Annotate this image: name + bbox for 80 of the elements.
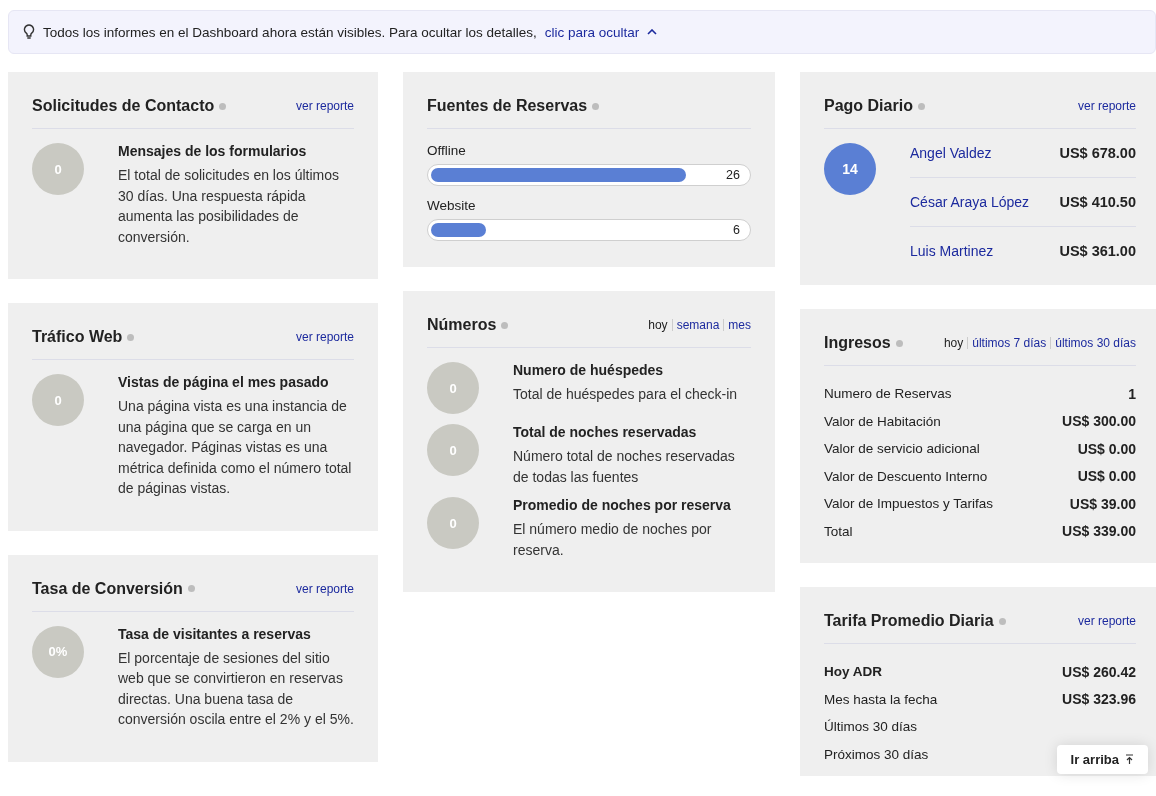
card-title: Tráfico Web xyxy=(32,328,123,346)
row-value: US$ 0.00 xyxy=(1077,440,1136,457)
row-label: Hoy ADR xyxy=(824,664,882,680)
card-title: Ingresos xyxy=(824,334,891,352)
stat-heading: Vistas de página el mes pasado xyxy=(118,374,330,390)
stat-description: El número medio de noches por reserva. xyxy=(513,520,713,560)
guest-link[interactable]: César Araya López xyxy=(910,194,1030,210)
report-link[interactable]: ver reporte xyxy=(295,330,354,344)
guest-link[interactable]: Angel Valdez xyxy=(910,145,992,161)
period-tab[interactable]: mes xyxy=(728,318,751,332)
stat-description: Total de huéspedes para el check-in xyxy=(513,385,738,404)
period-tab[interactable]: últimos 7 días xyxy=(972,336,1047,350)
row-label: Valor de Descuento Interno xyxy=(824,468,988,484)
count-circle: 0 xyxy=(427,497,479,549)
report-link[interactable]: ver reporte xyxy=(1077,99,1136,113)
payment-amount: US$ 361.00 xyxy=(1059,243,1136,259)
hide-link[interactable]: clic para ocultar xyxy=(544,24,640,40)
row-label: Valor de servicio adicional xyxy=(824,441,980,457)
count-circle: 0 xyxy=(427,362,479,414)
info-icon[interactable] xyxy=(127,333,135,341)
arrow-up-icon xyxy=(1125,754,1134,765)
row-value: US$ 39.00 xyxy=(1069,495,1136,512)
row-label: Mes hasta la fecha xyxy=(824,691,938,707)
payment-amount: US$ 410.50 xyxy=(1059,194,1136,210)
period-tab[interactable]: últimos 30 días xyxy=(1055,336,1136,350)
count-circle: 0% xyxy=(32,625,84,678)
info-icon[interactable] xyxy=(917,102,925,110)
scroll-top-button[interactable]: Ir arriba xyxy=(1056,745,1148,774)
period-tab[interactable]: semana xyxy=(676,318,720,332)
row-label: Valor de Impuestos y Tarifas xyxy=(824,496,994,512)
report-link[interactable]: ver reporte xyxy=(1077,614,1136,628)
info-icon[interactable] xyxy=(998,617,1006,625)
bar-value: 6 xyxy=(733,223,740,237)
stat-heading: Total de noches reservadas xyxy=(513,424,698,440)
stat-description: El total de solicitudes en los últimos 30 días. Una respuesta rápida aumenta las posibilidades de conversión. xyxy=(118,166,340,247)
row-value: US$ 0.00 xyxy=(1077,468,1136,485)
count-circle: 0 xyxy=(32,374,84,426)
row-value: US$ 323.96 xyxy=(1062,691,1136,708)
card-title: Pago Diario xyxy=(824,97,913,115)
guest-link[interactable]: Luis Martinez xyxy=(910,243,994,259)
info-icon[interactable] xyxy=(592,102,600,110)
stat-description: El porcentaje de sesiones del sitio web que se convirtieron en reservas directas. Una buena tasa de conversión oscila entre el 2% y el 5%. xyxy=(118,648,354,729)
info-icon[interactable] xyxy=(501,321,509,329)
bar-label: Offline xyxy=(427,143,467,158)
period-tab[interactable]: hoy xyxy=(943,336,964,350)
count-circle: 0 xyxy=(32,143,84,195)
count-circle: 14 xyxy=(824,143,876,195)
chevron-up-icon[interactable] xyxy=(647,29,658,35)
banner-text: Todos los informes en el Dashboard ahora están visibles. Para ocultar los detalles, xyxy=(43,24,537,40)
row-value: US$ 300.00 xyxy=(1062,413,1136,430)
info-icon[interactable] xyxy=(219,102,227,110)
count-circle: 0 xyxy=(427,424,479,476)
stat-heading: Numero de huéspedes xyxy=(513,362,665,378)
lightbulb-icon xyxy=(23,24,35,40)
info-icon[interactable] xyxy=(895,339,903,347)
report-link[interactable]: ver reporte xyxy=(295,581,354,596)
row-value: 1 xyxy=(1128,385,1136,402)
card-title: Tarifa Promedio Diaria xyxy=(824,612,994,630)
bar-label: Website xyxy=(427,198,477,213)
row-label: Valor de Habitación xyxy=(824,413,941,429)
report-link[interactable]: ver reporte xyxy=(295,99,354,113)
row-label: Numero de Reservas xyxy=(824,386,952,402)
card-title: Números xyxy=(427,316,497,334)
card-title: Fuentes de Reservas xyxy=(427,97,588,115)
row-label: Próximos 30 días xyxy=(824,746,929,762)
info-icon[interactable] xyxy=(187,585,195,592)
stat-description: Una página vista es una instancia de una página que se carga en un navegador. Páginas vistas es una métrica definida como el número total de páginas vistas. xyxy=(118,397,353,498)
bar-value: 26 xyxy=(726,168,740,182)
stat-heading: Mensajes de los formularios xyxy=(118,143,308,159)
payment-amount: US$ 678.00 xyxy=(1059,145,1136,161)
card-title: Solicitudes de Contacto xyxy=(32,97,215,115)
row-value: US$ 260.42 xyxy=(1062,663,1136,680)
period-tab[interactable]: hoy xyxy=(648,318,668,332)
row-label: Últimos 30 días xyxy=(824,719,918,735)
stat-heading: Promedio de noches por reserva xyxy=(513,497,732,513)
stat-heading: Tasa de visitantes a reservas xyxy=(118,625,312,642)
card-title: Tasa de Conversión xyxy=(32,579,183,598)
row-value: US$ 339.00 xyxy=(1062,523,1136,540)
stat-description: Número total de noches reservadas de todas las fuentes xyxy=(513,447,736,487)
row-label: Total xyxy=(824,523,853,539)
